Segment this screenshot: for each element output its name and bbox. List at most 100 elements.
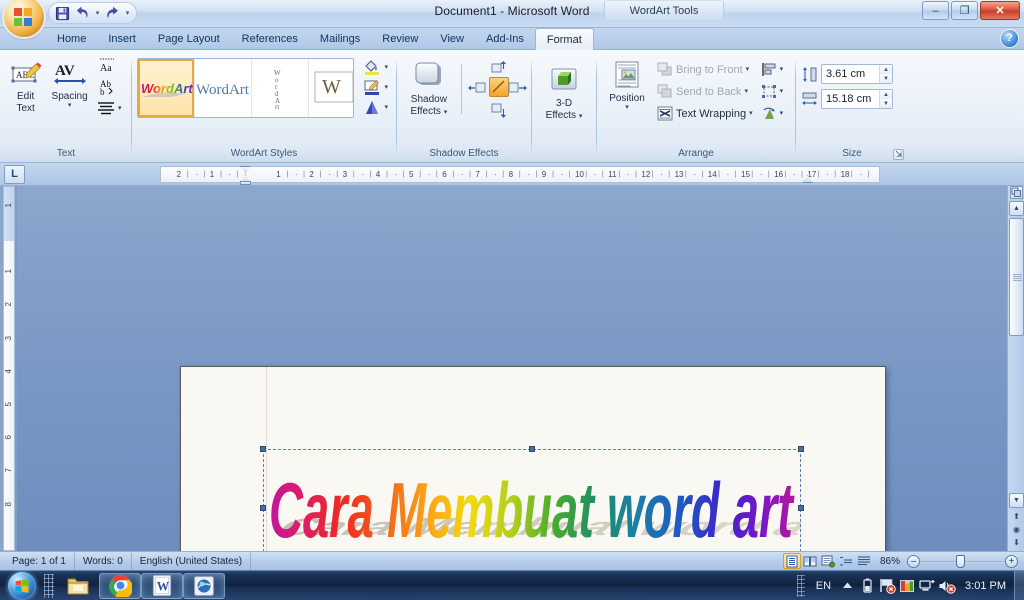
wordart-object[interactable]: Cara Membuat word art Cara Membuat word …: [263, 449, 801, 551]
tab-add-ins[interactable]: Add-Ins: [475, 29, 535, 49]
tab-mailings[interactable]: Mailings: [309, 29, 371, 49]
left-indent-marker[interactable]: [240, 181, 251, 185]
shape-height-input[interactable]: [822, 65, 879, 83]
align-text-button[interactable]: ▾: [94, 98, 126, 118]
text-wrapping-button[interactable]: Text Wrapping ▾: [654, 103, 756, 124]
resize-handle-top-left[interactable]: [260, 446, 266, 452]
previous-page-button[interactable]: ⬆: [1010, 510, 1023, 523]
network-error-icon[interactable]: [917, 575, 937, 597]
taskbar-windows-explorer[interactable]: [57, 573, 99, 599]
nudge-shadow-up-button[interactable]: [491, 60, 507, 79]
vertical-scrollbar[interactable]: ▲ ▼ ⬆ ◉ ⬇: [1007, 186, 1024, 551]
tab-review[interactable]: Review: [371, 29, 429, 49]
close-button[interactable]: ✕: [980, 1, 1020, 20]
next-page-button[interactable]: ⬇: [1010, 536, 1023, 549]
shape-width-up[interactable]: ▲: [880, 90, 892, 99]
spacing-button[interactable]: AV Spacing ▾: [47, 55, 92, 109]
zoom-slider-track[interactable]: [920, 555, 1005, 568]
position-button[interactable]: Position ▾: [602, 57, 652, 111]
send-to-back-button[interactable]: Send to Back ▾: [654, 81, 756, 102]
tab-insert[interactable]: Insert: [97, 29, 147, 49]
edit-text-button[interactable]: ABC Edit Text: [6, 55, 45, 114]
zoom-slider-thumb[interactable]: [956, 555, 965, 568]
resize-handle-top-center[interactable]: [529, 446, 535, 452]
shape-height-spinner[interactable]: ▲ ▼: [821, 64, 893, 84]
first-line-indent-marker[interactable]: [240, 166, 251, 174]
zoom-in-button[interactable]: +: [1005, 555, 1018, 568]
zoom-slider[interactable]: – +: [907, 555, 1018, 568]
zoom-out-button[interactable]: –: [907, 555, 920, 568]
status-language[interactable]: English (United States): [132, 553, 251, 570]
scroll-up-button[interactable]: ▲: [1009, 201, 1024, 216]
ribbon-group-size: ▲ ▼ ▲ ▼: [797, 52, 907, 161]
resize-handle-middle-left[interactable]: [260, 505, 266, 511]
print-layout-view-button[interactable]: [783, 553, 801, 569]
document-zone: 112345678: [0, 186, 1024, 551]
battery-icon[interactable]: [857, 575, 877, 597]
draft-view-button[interactable]: [855, 553, 873, 569]
shape-fill-button[interactable]: ▾: [360, 58, 391, 77]
shape-width-down[interactable]: ▼: [880, 99, 892, 108]
align-objects-button[interactable]: ▾: [759, 59, 786, 80]
shape-width-input[interactable]: [822, 90, 879, 108]
app-tray-icon[interactable]: [897, 575, 917, 597]
tab-references[interactable]: References: [231, 29, 309, 49]
show-desktop-button[interactable]: [1014, 571, 1024, 600]
wordart-style-vertical[interactable]: W o r d A rt: [252, 59, 309, 117]
outline-view-button[interactable]: [837, 553, 855, 569]
three-d-effects-button[interactable]: 3-D Effects ▾: [537, 62, 591, 121]
scrollbar-thumb[interactable]: [1009, 218, 1024, 336]
vertical-ruler[interactable]: 112345678: [0, 186, 17, 551]
shape-height-down[interactable]: ▼: [880, 74, 892, 83]
resize-handle-middle-right[interactable]: [798, 505, 804, 511]
nudge-shadow-left-button[interactable]: [468, 81, 488, 98]
taskbar-media-player[interactable]: [183, 573, 225, 599]
tab-format[interactable]: Format: [535, 28, 594, 50]
status-page-number[interactable]: Page: 1 of 1: [4, 553, 75, 570]
tab-page-layout[interactable]: Page Layout: [147, 29, 231, 49]
help-button[interactable]: ?: [1001, 30, 1018, 47]
ruler-tick: |: [702, 167, 704, 182]
resize-handle-top-right[interactable]: [798, 446, 804, 452]
set-shadow-toggle-button[interactable]: [489, 77, 509, 97]
taskbar-google-chrome[interactable]: [99, 573, 141, 599]
page-scroll-region[interactable]: Cara Membuat word art Cara Membuat word …: [17, 186, 1007, 551]
select-browse-object-button[interactable]: ◉: [1010, 523, 1023, 536]
shadow-effects-button[interactable]: Shadow Effects ▾: [402, 58, 456, 117]
language-indicator[interactable]: EN: [810, 580, 837, 592]
ruler-tick: |: [370, 167, 372, 182]
taskbar-clock[interactable]: 3:01 PM: [957, 580, 1014, 592]
change-wordart-shape-button[interactable]: ▾: [360, 98, 391, 117]
start-button[interactable]: [0, 571, 44, 600]
shape-width-spinner[interactable]: ▲ ▼: [821, 89, 893, 109]
restore-button[interactable]: ❐: [951, 1, 978, 20]
split-window-button[interactable]: [1010, 186, 1023, 199]
shape-height-up[interactable]: ▲: [880, 65, 892, 74]
action-center-flag-icon[interactable]: [877, 575, 897, 597]
show-hidden-icons-button[interactable]: [837, 575, 857, 597]
status-word-count[interactable]: Words: 0: [75, 553, 132, 570]
zoom-level-button[interactable]: 86%: [873, 556, 907, 567]
scroll-down-button[interactable]: ▼: [1009, 493, 1024, 508]
tab-stop-selector[interactable]: L: [4, 165, 25, 184]
minimize-button[interactable]: –: [922, 1, 949, 20]
rotate-objects-button[interactable]: ▾: [759, 103, 786, 124]
nudge-shadow-right-button[interactable]: [507, 81, 527, 98]
even-height-button[interactable]: Aa: [94, 56, 120, 76]
vertical-text-button[interactable]: Ab b: [94, 77, 120, 97]
group-objects-button[interactable]: ▾: [759, 81, 786, 102]
bring-to-front-button[interactable]: Bring to Front ▾: [654, 59, 756, 80]
taskbar-microsoft-word[interactable]: W: [141, 573, 183, 599]
nudge-shadow-down-button[interactable]: [491, 103, 507, 122]
wordart-style-blue[interactable]: WordArt: [195, 59, 252, 117]
wordart-style-rainbow[interactable]: WordArt: [138, 59, 195, 117]
full-screen-reading-view-button[interactable]: [801, 553, 819, 569]
wordart-style-w[interactable]: W: [309, 59, 354, 117]
shape-outline-button[interactable]: ▾: [360, 78, 391, 97]
tab-view[interactable]: View: [429, 29, 475, 49]
horizontal-ruler[interactable]: 2|·|1|·|1|·|2|·|3|·|4|·|5|·|6|·|7|·|8|·|…: [160, 166, 880, 183]
volume-muted-icon[interactable]: [937, 575, 957, 597]
tab-home[interactable]: Home: [46, 29, 97, 49]
web-layout-view-button[interactable]: [819, 553, 837, 569]
size-dialog-launcher[interactable]: [893, 149, 904, 160]
